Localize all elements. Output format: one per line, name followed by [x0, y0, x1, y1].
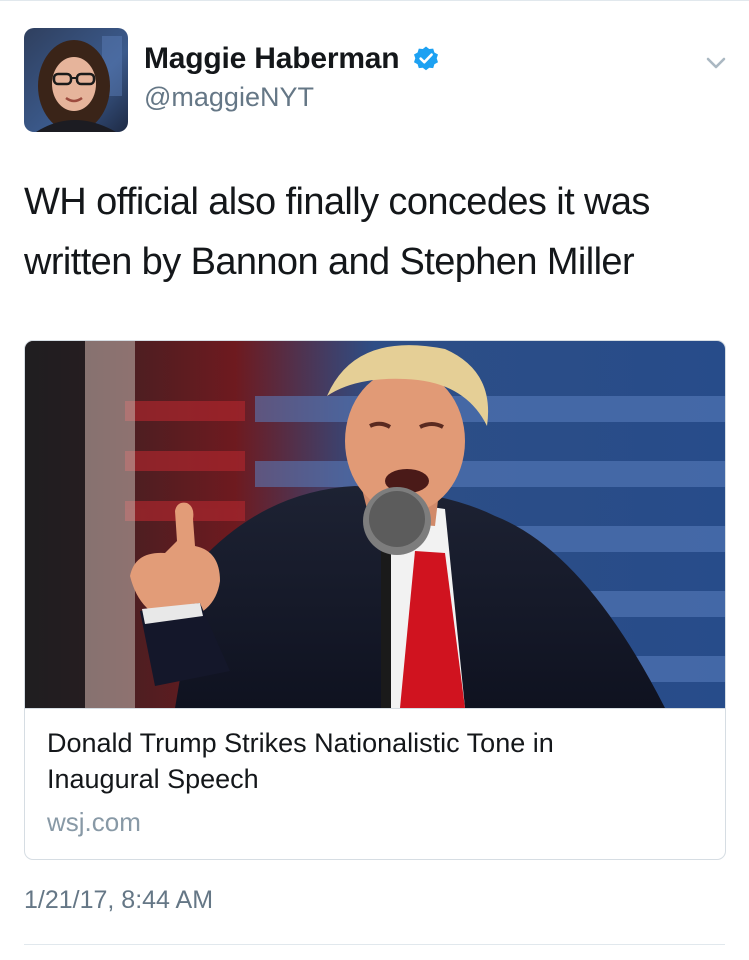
- card-image[interactable]: [25, 341, 725, 709]
- verified-badge-icon: [412, 45, 440, 73]
- bottom-divider: [24, 944, 725, 945]
- card-domain: wsj.com: [47, 807, 141, 837]
- card-title[interactable]: Donald Trump Strikes Nationalistic Tone …: [47, 725, 707, 797]
- link-card[interactable]: Donald Trump Strikes Nationalistic Tone …: [24, 340, 726, 860]
- tweet-text-line: written by Bannon and Stephen Miller: [24, 241, 635, 283]
- avatar[interactable]: [24, 28, 128, 132]
- profile-photo-icon: [24, 28, 128, 132]
- top-divider: [0, 0, 749, 1]
- card-title-line: Inaugural Speech: [47, 764, 259, 794]
- tweet-text: WH official also finally concedes it was…: [24, 172, 724, 292]
- tweet-text-line: WH official also finally concedes it was: [24, 181, 650, 223]
- card-title-line: Donald Trump Strikes Nationalistic Tone …: [47, 728, 554, 758]
- news-photo-icon: [25, 341, 725, 708]
- author-handle[interactable]: @maggieNYT: [144, 82, 314, 113]
- tweet-timestamp[interactable]: 1/21/17, 8:44 AM: [24, 886, 213, 915]
- author-display-name[interactable]: Maggie Haberman: [144, 42, 400, 76]
- chevron-down-icon[interactable]: [700, 52, 732, 74]
